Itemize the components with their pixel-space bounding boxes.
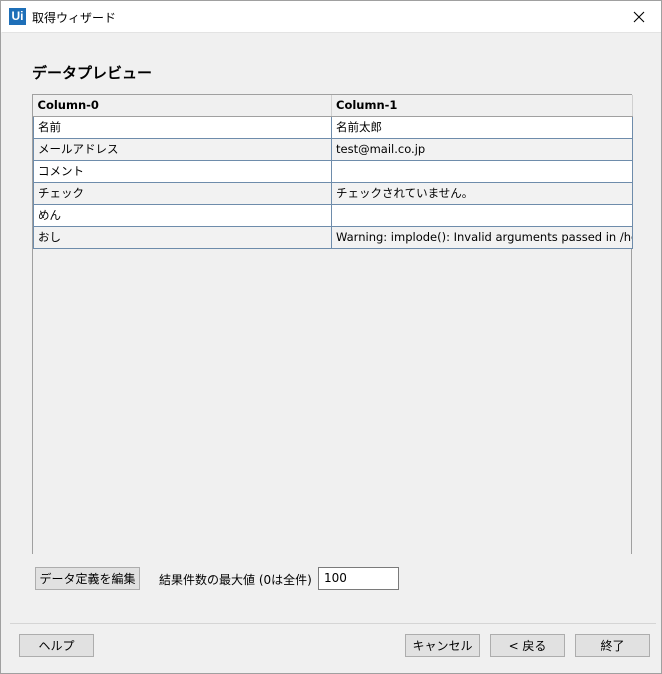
data-preview-grid[interactable]: Column-0 Column-1 名前 名前太郎 メールアドレス test@m… bbox=[32, 94, 633, 554]
title-bar: Ui 取得ウィザード bbox=[1, 1, 661, 32]
close-button[interactable] bbox=[617, 1, 661, 32]
column-header[interactable]: Column-1 bbox=[331, 95, 633, 117]
max-results-input[interactable]: 100 bbox=[318, 567, 399, 590]
wizard-content: データプレビュー Column-0 Column-1 名前 名前太郎 メールアド… bbox=[2, 32, 661, 673]
table-cell[interactable]: おし bbox=[33, 225, 332, 249]
table-row[interactable]: コメント bbox=[33, 159, 633, 183]
table-row[interactable]: おし Warning: implode(): Invalid arguments… bbox=[33, 225, 633, 249]
table-cell[interactable]: メールアドレス bbox=[33, 137, 332, 161]
table-row[interactable]: メールアドレス test@mail.co.jp bbox=[33, 137, 633, 161]
table-cell[interactable]: チェック bbox=[33, 181, 332, 205]
table-cell[interactable]: test@mail.co.jp bbox=[331, 137, 633, 161]
preview-table: Column-0 Column-1 名前 名前太郎 メールアドレス test@m… bbox=[33, 95, 633, 249]
cancel-button[interactable]: キャンセル bbox=[405, 634, 480, 657]
table-row[interactable]: 名前 名前太郎 bbox=[33, 115, 633, 139]
table-cell[interactable]: Warning: implode(): Invalid arguments pa… bbox=[331, 225, 633, 249]
help-button[interactable]: ヘルプ bbox=[19, 634, 94, 657]
column-header[interactable]: Column-0 bbox=[33, 95, 332, 117]
table-cell[interactable]: コメント bbox=[33, 159, 332, 183]
table-cell[interactable] bbox=[331, 203, 633, 227]
header-row: Column-0 Column-1 bbox=[33, 95, 633, 117]
footer-separator bbox=[10, 623, 656, 624]
max-results-label: 結果件数の最大値 (0は全件) bbox=[159, 573, 312, 587]
close-icon bbox=[633, 11, 645, 22]
finish-button[interactable]: 終了 bbox=[575, 634, 650, 657]
table-cell[interactable]: チェックされていません。 bbox=[331, 181, 633, 205]
page-title: データプレビュー bbox=[32, 64, 153, 82]
table-cell[interactable] bbox=[331, 159, 633, 183]
options-row: データ定義を編集 結果件数の最大値 (0は全件) 100 bbox=[35, 566, 635, 590]
wizard-window: Ui 取得ウィザード データプレビュー Column-0 Column-1 名前… bbox=[0, 0, 662, 674]
edit-data-definition-button[interactable]: データ定義を編集 bbox=[35, 567, 140, 590]
window-title: 取得ウィザード bbox=[32, 11, 117, 25]
table-row[interactable]: めん bbox=[33, 203, 633, 227]
table-cell[interactable]: 名前 bbox=[33, 115, 332, 139]
table-cell[interactable]: めん bbox=[33, 203, 332, 227]
uipath-logo-icon: Ui bbox=[9, 8, 26, 25]
back-button[interactable]: < 戻る bbox=[490, 634, 565, 657]
table-cell[interactable]: 名前太郎 bbox=[331, 115, 633, 139]
table-row[interactable]: チェック チェックされていません。 bbox=[33, 181, 633, 205]
